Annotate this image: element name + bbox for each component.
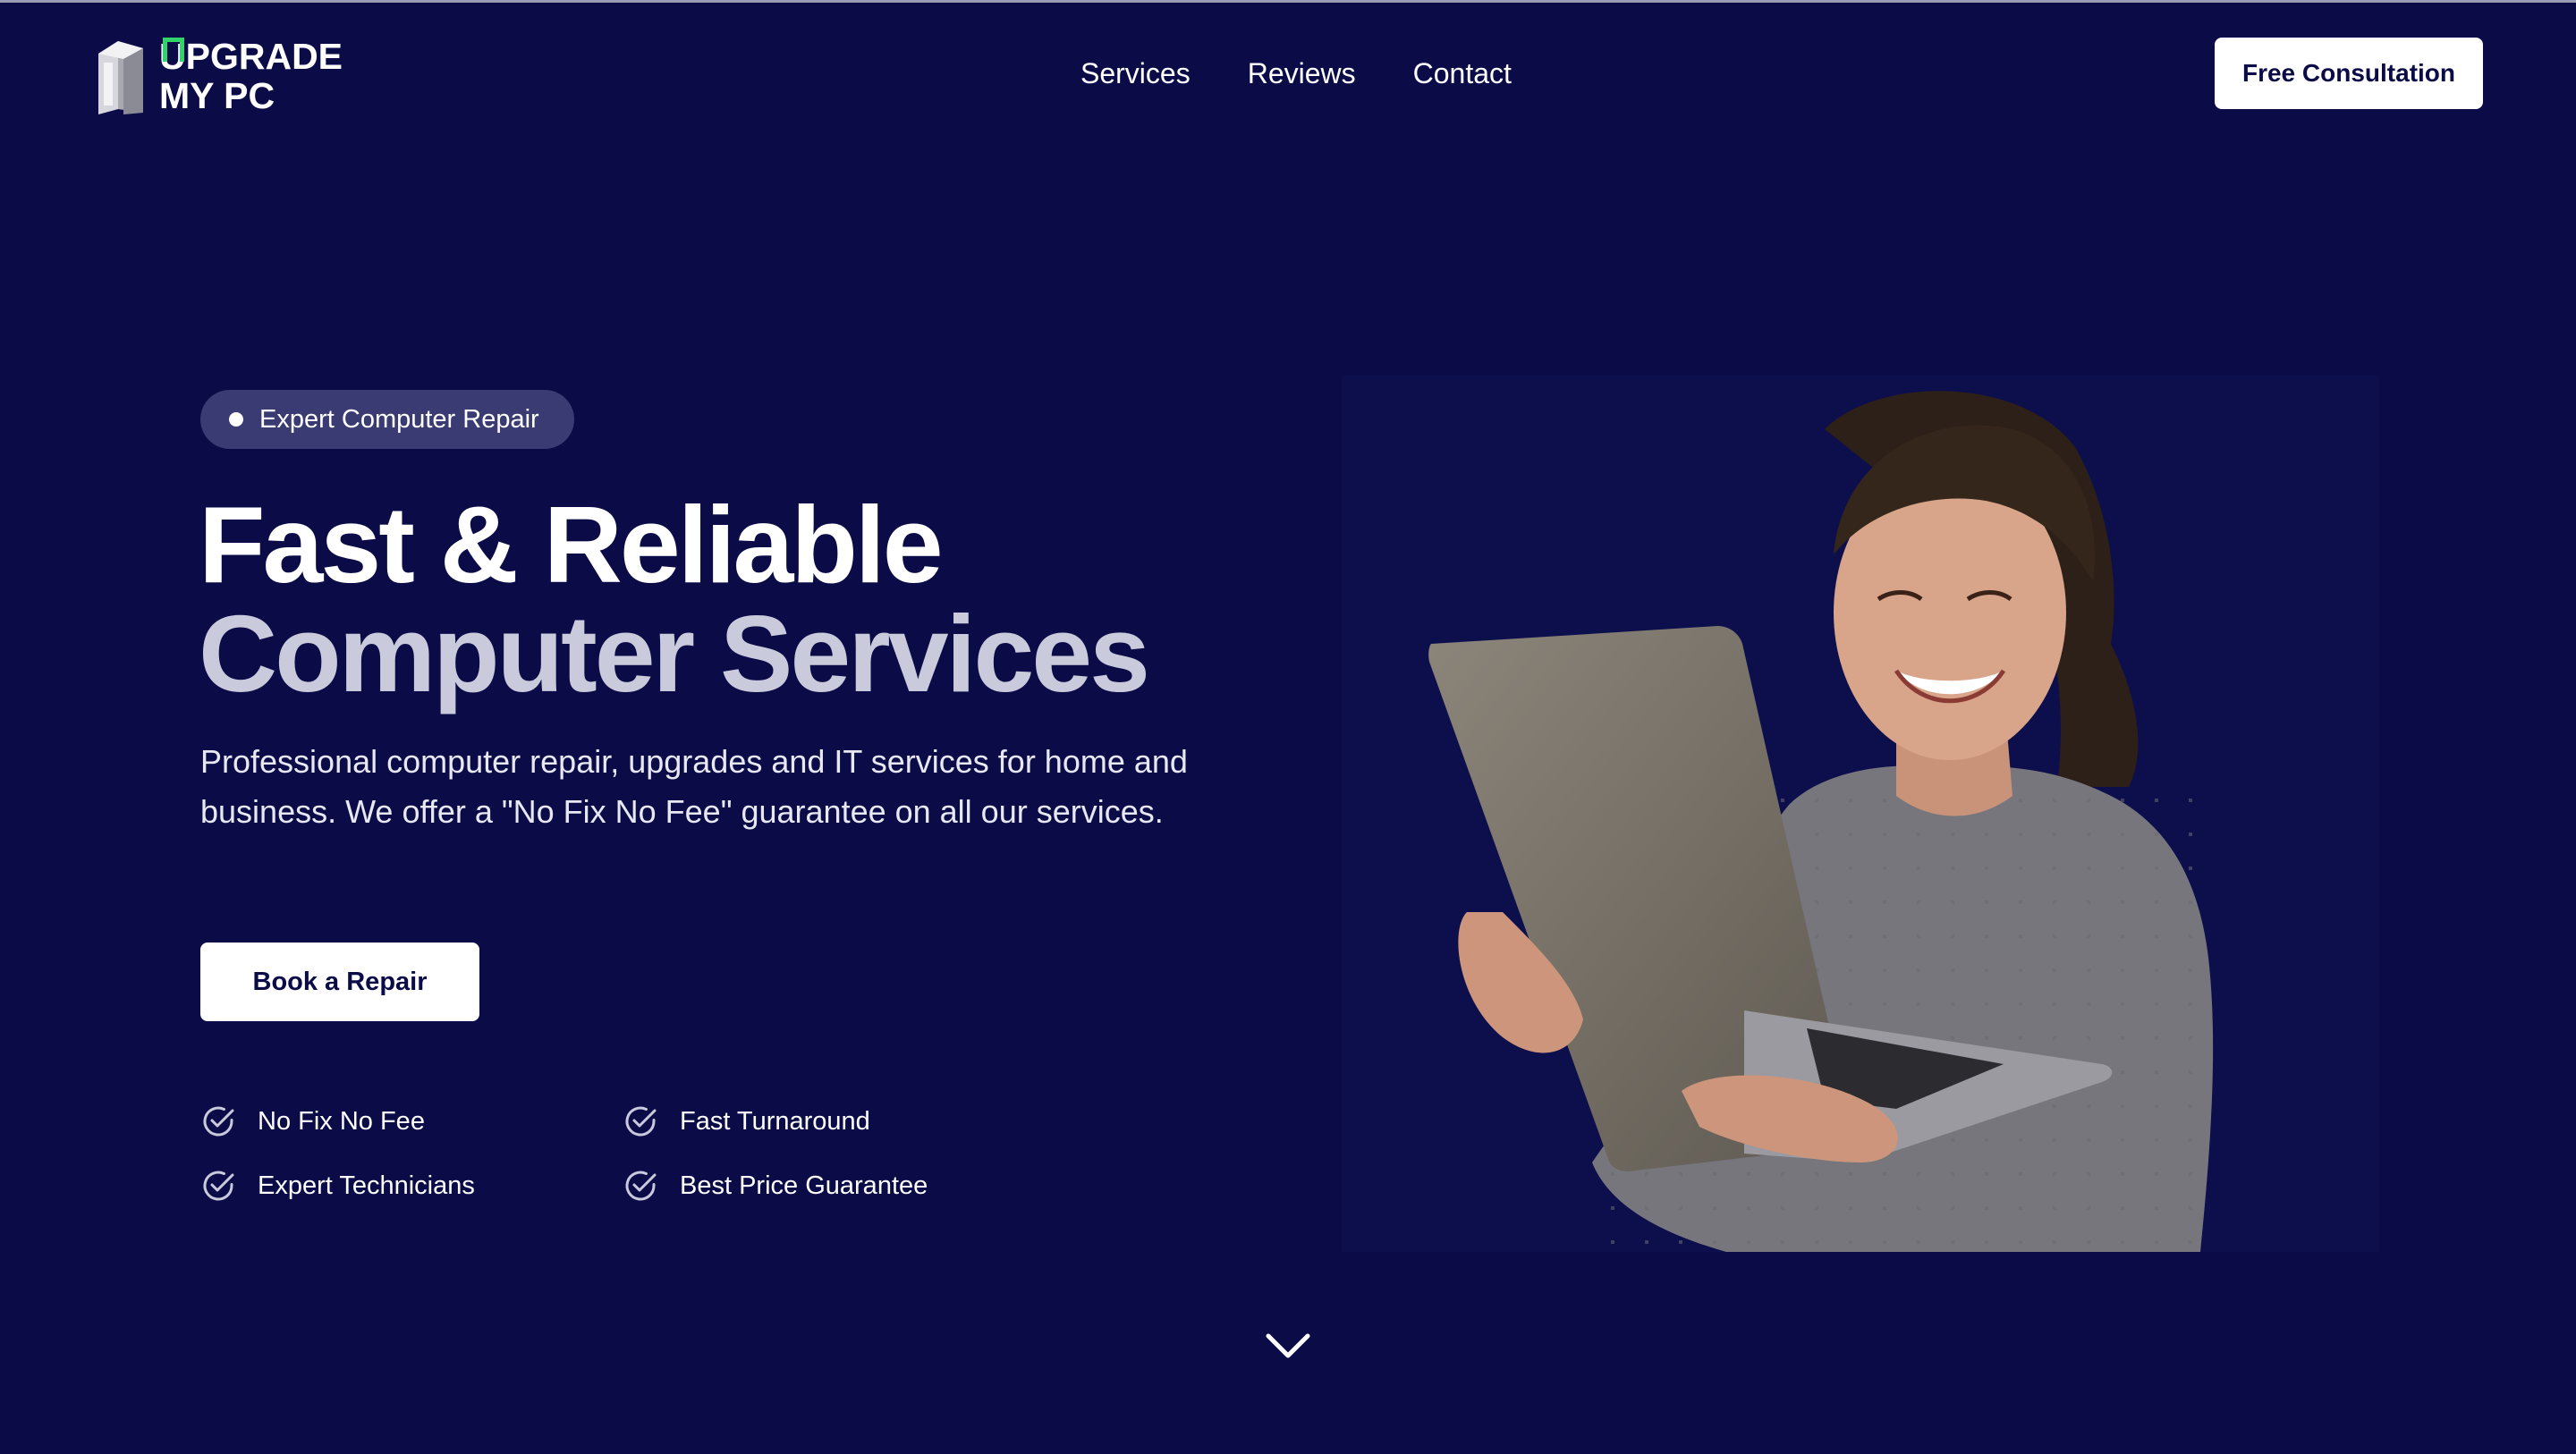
badge-text: Expert Computer Repair	[259, 404, 539, 434]
woman-with-laptop-image	[1342, 376, 2379, 1252]
feature-item: Best Price Guarantee	[623, 1168, 998, 1204]
hero-title: Fast & Reliable Computer Services	[199, 484, 1150, 714]
badge-dot-icon	[229, 412, 243, 427]
nav-contact[interactable]: Contact	[1413, 54, 1512, 93]
check-circle-icon	[625, 1171, 657, 1201]
feature-item: Expert Technicians	[200, 1168, 623, 1204]
feature-list: No Fix No Fee Fast Turnaround Expert Tec…	[200, 1103, 998, 1204]
feature-label: Expert Technicians	[258, 1171, 475, 1200]
logo-u-letter: U	[159, 36, 186, 77]
book-repair-button[interactable]: Book a Repair	[200, 943, 479, 1021]
expert-badge: Expert Computer Repair	[200, 390, 574, 449]
check-circle-icon	[203, 1106, 234, 1137]
main-nav: Services Reviews Contact	[1080, 54, 1512, 93]
feature-label: Best Price Guarantee	[680, 1171, 928, 1200]
nav-reviews[interactable]: Reviews	[1248, 54, 1356, 93]
feature-item: No Fix No Fee	[200, 1103, 623, 1139]
logo-line2: MY PC	[159, 75, 275, 116]
logo-text: UPGRADE MY PC	[159, 37, 343, 115]
hero-title-line2: Computer Services	[199, 593, 1150, 714]
feature-label: Fast Turnaround	[680, 1106, 870, 1136]
free-consultation-button[interactable]: Free Consultation	[2215, 38, 2483, 109]
top-border	[0, 0, 2576, 3]
hero-description: Professional computer repair, upgrades a…	[200, 743, 1188, 830]
check-circle-icon	[625, 1106, 657, 1137]
nav-services[interactable]: Services	[1080, 54, 1191, 93]
logo-line1: PGRADE	[185, 36, 343, 77]
chevron-down-icon[interactable]	[1265, 1331, 1311, 1361]
pc-tower-icon	[98, 41, 143, 114]
feature-item: Fast Turnaround	[623, 1103, 998, 1139]
feature-label: No Fix No Fee	[258, 1106, 425, 1136]
hero-title-line1: Fast & Reliable	[199, 484, 944, 605]
logo[interactable]: UPGRADE MY PC	[91, 36, 343, 116]
check-circle-icon	[203, 1171, 234, 1201]
